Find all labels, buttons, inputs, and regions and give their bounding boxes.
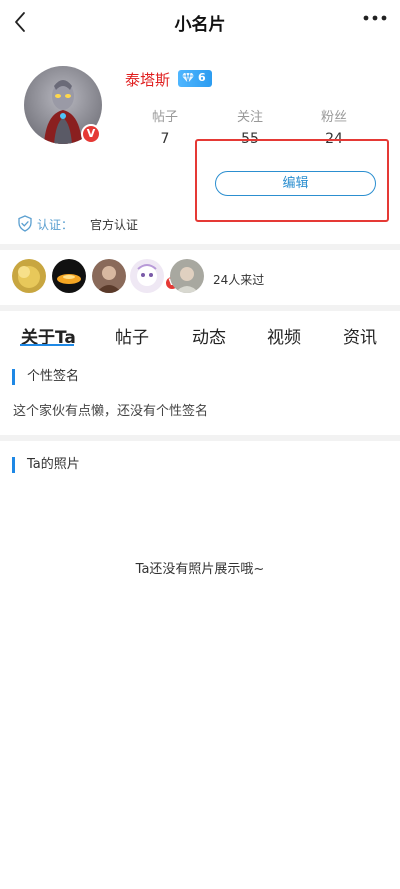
visitor-avatar[interactable] <box>52 259 86 293</box>
visitor-avatar[interactable] <box>170 259 204 293</box>
stat-value: 7 <box>160 131 170 147</box>
certification-value: 官方认证 <box>90 218 139 232</box>
level-badge: 6 <box>178 70 212 87</box>
diamond-icon <box>182 72 194 84</box>
more-button[interactable] <box>360 8 392 32</box>
divider <box>0 244 400 250</box>
tab-active-indicator <box>20 344 74 346</box>
photos-section-title: Ta的照片 <box>12 457 80 473</box>
signature-text: 这个家伙有点懒，还没有个性签名 <box>13 404 209 419</box>
visitor-avatar[interactable] <box>130 259 164 293</box>
username: 泰塔斯 <box>125 71 171 89</box>
shield-check-icon <box>18 215 32 232</box>
tab-news[interactable]: 资讯 <box>343 323 377 348</box>
stat-label: 粉丝 <box>320 110 347 125</box>
visitor-count: 24人来过 <box>213 273 265 287</box>
level-number: 6 <box>198 71 206 84</box>
stat-label: 关注 <box>236 110 263 125</box>
more-horizontal-icon <box>363 15 387 21</box>
divider <box>0 435 400 441</box>
tab-posts[interactable]: 帖子 <box>115 323 149 348</box>
stat-posts[interactable]: 帖子 7 <box>130 106 200 147</box>
signature-section-title: 个性签名 <box>12 369 79 385</box>
edit-profile-button[interactable]: 编辑 <box>215 171 376 196</box>
stat-label: 帖子 <box>151 110 178 125</box>
page-title: 小名片 <box>174 15 226 35</box>
visitor-avatar[interactable] <box>12 259 46 293</box>
certification-label: 认证： <box>37 218 74 232</box>
recent-visitors[interactable]: V 24人来过 <box>12 259 392 295</box>
visitor-avatar[interactable] <box>92 259 126 293</box>
profile-tabs: 关于Ta 帖子 动态 视频 资讯 <box>0 317 400 353</box>
photos-empty-message: Ta还没有照片展示哦~ <box>135 562 265 577</box>
divider <box>0 305 400 311</box>
tab-dynamics[interactable]: 动态 <box>192 323 226 348</box>
top-bar: 小名片 <box>0 0 400 44</box>
verified-badge: V <box>81 124 101 144</box>
tab-videos[interactable]: 视频 <box>267 323 301 348</box>
